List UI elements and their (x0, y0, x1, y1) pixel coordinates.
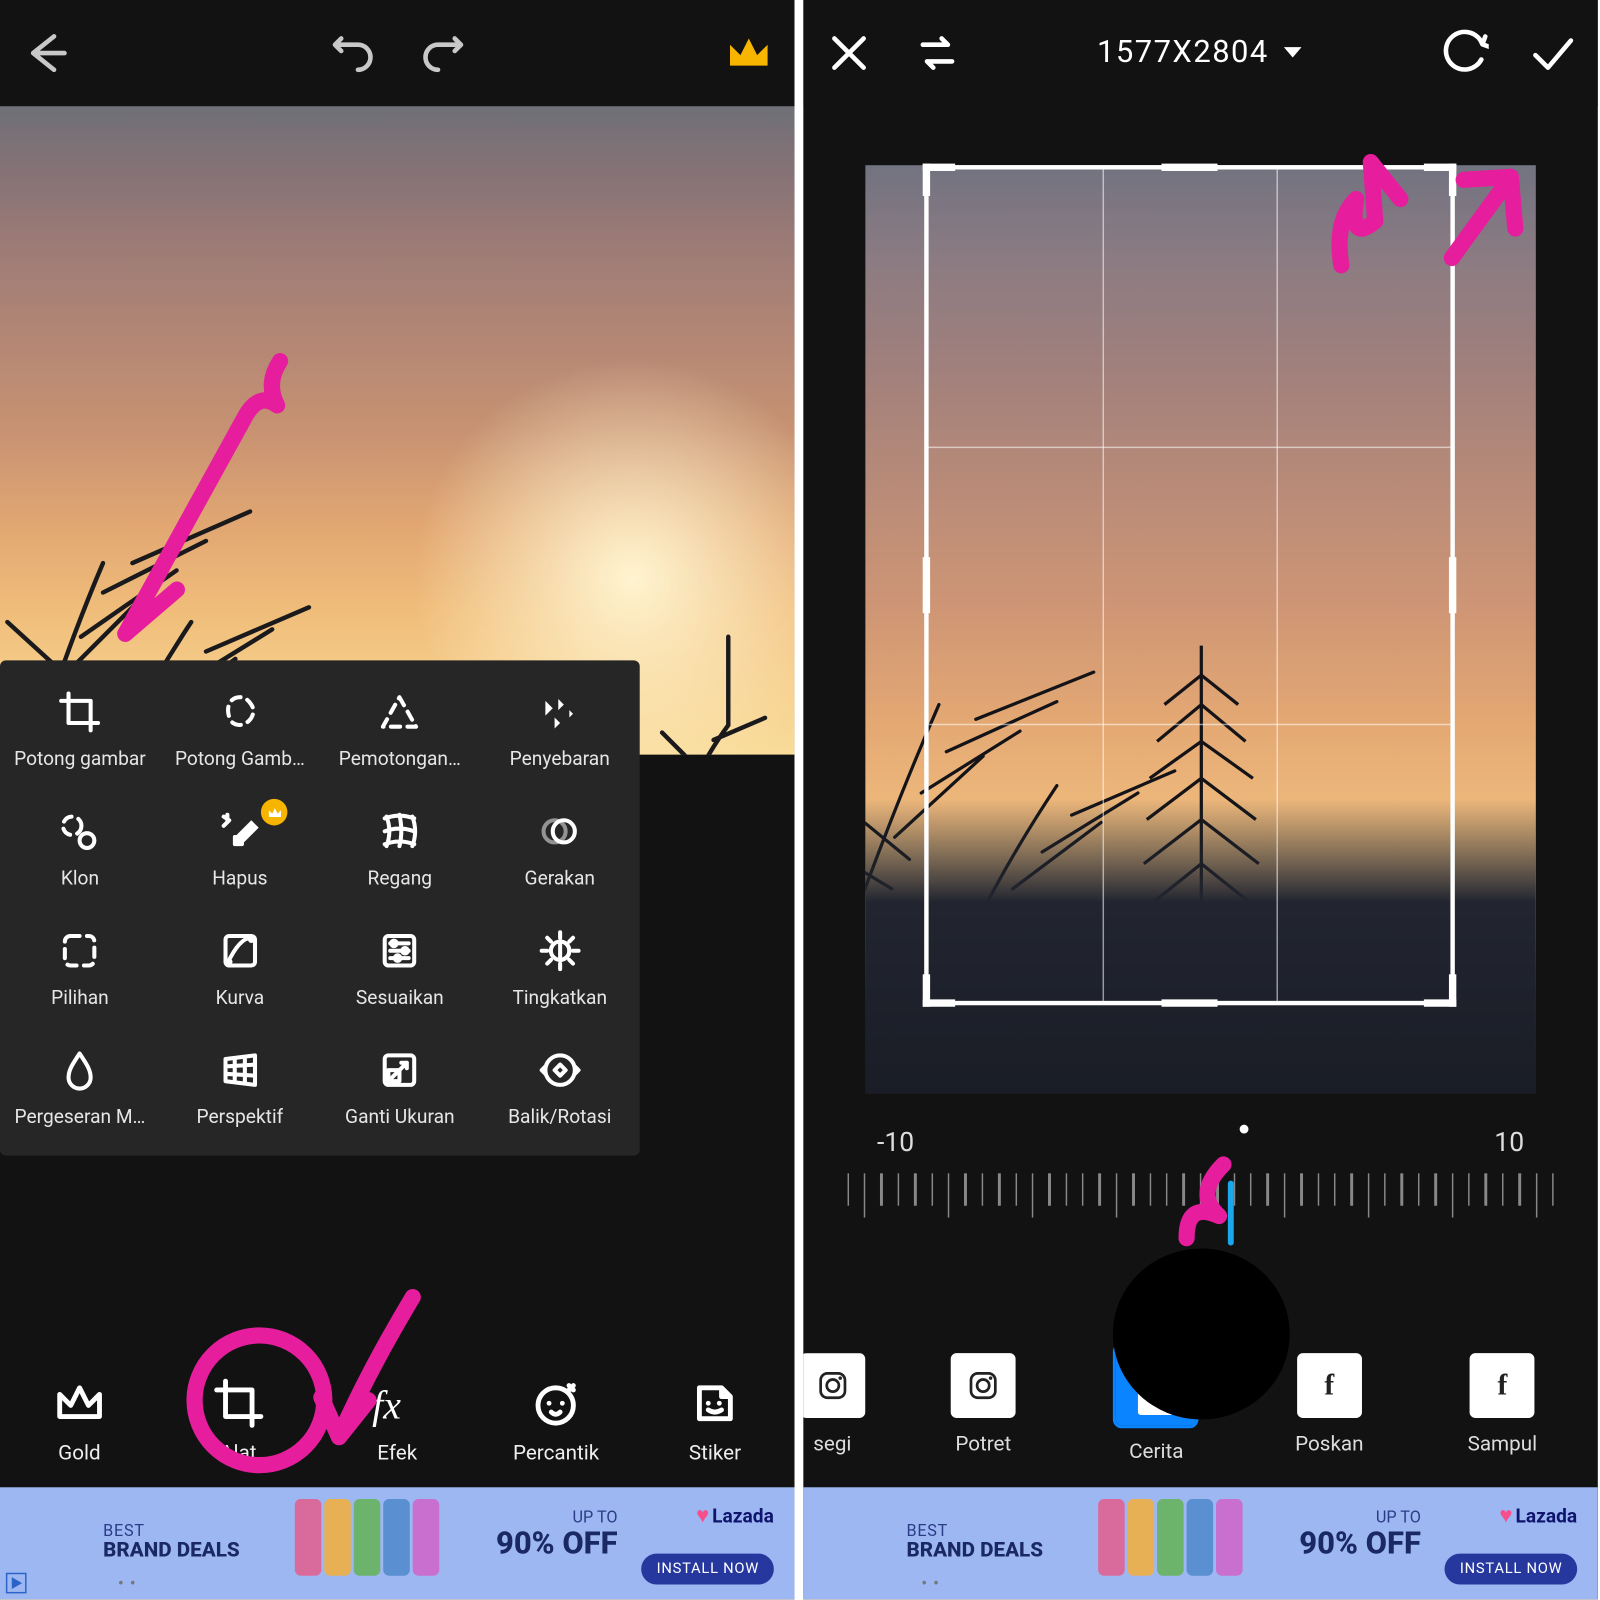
tool-selection[interactable]: Pilihan (0, 905, 160, 1024)
image-preview[interactable] (0, 106, 794, 755)
back-icon[interactable] (21, 28, 71, 78)
chevron-down-icon (1281, 44, 1305, 62)
premium-crown-icon[interactable] (724, 28, 774, 78)
tool-shape-crop[interactable]: Potong Gamb… (160, 666, 320, 785)
swap-icon[interactable] (912, 28, 962, 78)
instagram-icon (803, 1353, 864, 1418)
nav-gold[interactable]: Gold (13, 1377, 146, 1465)
motion-icon (538, 809, 582, 853)
sticker-icon (688, 1377, 741, 1430)
rotate-icon[interactable] (1439, 28, 1489, 78)
tool-adjust[interactable]: Sesuaikan (320, 905, 480, 1024)
aspect-square[interactable]: segi (803, 1353, 869, 1456)
tool-clone[interactable]: Klon (0, 786, 160, 905)
perspective-icon (218, 1048, 262, 1092)
undo-icon[interactable] (328, 28, 378, 78)
rotation-ruler[interactable]: -1010 (803, 1128, 1597, 1243)
crop-icon (212, 1377, 265, 1430)
facebook-icon: f (1470, 1353, 1535, 1418)
tool-curves[interactable]: Kurva (160, 905, 320, 1024)
nav-tools[interactable]: Alat (172, 1377, 305, 1465)
ruler-ticks (803, 1173, 1597, 1238)
aspect-portrait[interactable]: Potret (924, 1353, 1042, 1456)
tool-remove[interactable]: Hapus (160, 786, 320, 905)
page-dots: •• (921, 1573, 945, 1594)
bottom-nav: Gold Alat fxEfek Percantik Stiker (0, 1355, 794, 1488)
facebook-icon: f (1297, 1353, 1362, 1418)
face-sparkle-icon (530, 1377, 583, 1430)
triangle-dash-icon (378, 690, 422, 734)
confirm-icon[interactable] (1527, 28, 1577, 78)
aspect-cover[interactable]: fSampul (1443, 1353, 1561, 1456)
eraser-sparkle-icon (218, 809, 262, 853)
warp-grid-icon (378, 809, 422, 853)
premium-badge-icon (261, 799, 288, 826)
enhance-icon (538, 929, 582, 973)
tool-flip-rotate[interactable]: Balik/Rotasi (480, 1024, 640, 1143)
fx-icon: fx (371, 1377, 424, 1430)
curves-icon (218, 929, 262, 973)
resize-icon (378, 1048, 422, 1092)
tool-crop[interactable]: Potong gambar (0, 666, 160, 785)
ad-brand: ♥Lazada (696, 1502, 774, 1529)
crop-icon (58, 690, 102, 734)
clone-icon (58, 809, 102, 853)
selection-icon (58, 929, 102, 973)
tool-enhance[interactable]: Tingkatkan (480, 905, 640, 1024)
flip-rotate-icon (538, 1048, 582, 1092)
install-button[interactable]: INSTALL NOW (1445, 1554, 1577, 1585)
dispersion-icon (538, 690, 582, 734)
tool-perspective[interactable]: Perspektif (160, 1024, 320, 1143)
droplet-icon (58, 1048, 102, 1092)
top-bar (0, 0, 794, 106)
redo-icon[interactable] (416, 28, 466, 78)
dimensions-dropdown[interactable]: 1577X2804 (1097, 35, 1304, 70)
sliders-icon (378, 929, 422, 973)
nav-sticker[interactable]: Stiker (649, 1377, 782, 1465)
top-bar: 1577X2804 (803, 0, 1597, 106)
tool-resize[interactable]: Ganti Ukuran (320, 1024, 480, 1143)
instagram-icon (1139, 1356, 1174, 1415)
tool-stretch[interactable]: Regang (320, 786, 480, 905)
close-icon[interactable] (824, 28, 874, 78)
ad-brand: ♥Lazada (1499, 1502, 1577, 1529)
aspect-story[interactable]: Cerita (1097, 1346, 1215, 1464)
install-button[interactable]: INSTALL NOW (642, 1554, 774, 1585)
heart-icon: ♥ (1499, 1502, 1512, 1529)
tool-cutout[interactable]: Pemotongan… (320, 666, 480, 785)
instagram-icon (951, 1353, 1016, 1418)
nav-effects[interactable]: fxEfek (331, 1377, 464, 1465)
adchoices-icon[interactable] (6, 1573, 27, 1594)
tools-panel: Potong gambar Potong Gamb… Pemotongan… P… (0, 660, 640, 1155)
nav-beautify[interactable]: Percantik (490, 1377, 623, 1465)
aspect-post[interactable]: fPoskan (1270, 1353, 1388, 1456)
aspect-nav: segi Potret Cerita fPoskan fSampul (803, 1337, 1597, 1473)
crown-outline-icon (53, 1377, 106, 1430)
crop-frame[interactable] (924, 165, 1455, 1005)
tool-tiltshift[interactable]: Pergeseran M… (0, 1024, 160, 1143)
tool-motion[interactable]: Gerakan (480, 786, 640, 905)
heart-icon: ♥ (696, 1502, 709, 1529)
ruler-cursor[interactable] (1228, 1181, 1234, 1246)
svg-text:fx: fx (373, 1384, 402, 1428)
lasso-icon (218, 690, 262, 734)
tool-dispersion[interactable]: Penyebaran (480, 666, 640, 785)
page-dots: •• (118, 1573, 142, 1594)
editor-screen-crop: 1577X2804 (803, 0, 1597, 1599)
editor-screen-tools: Potong gambar Potong Gamb… Pemotongan… P… (0, 0, 794, 1599)
